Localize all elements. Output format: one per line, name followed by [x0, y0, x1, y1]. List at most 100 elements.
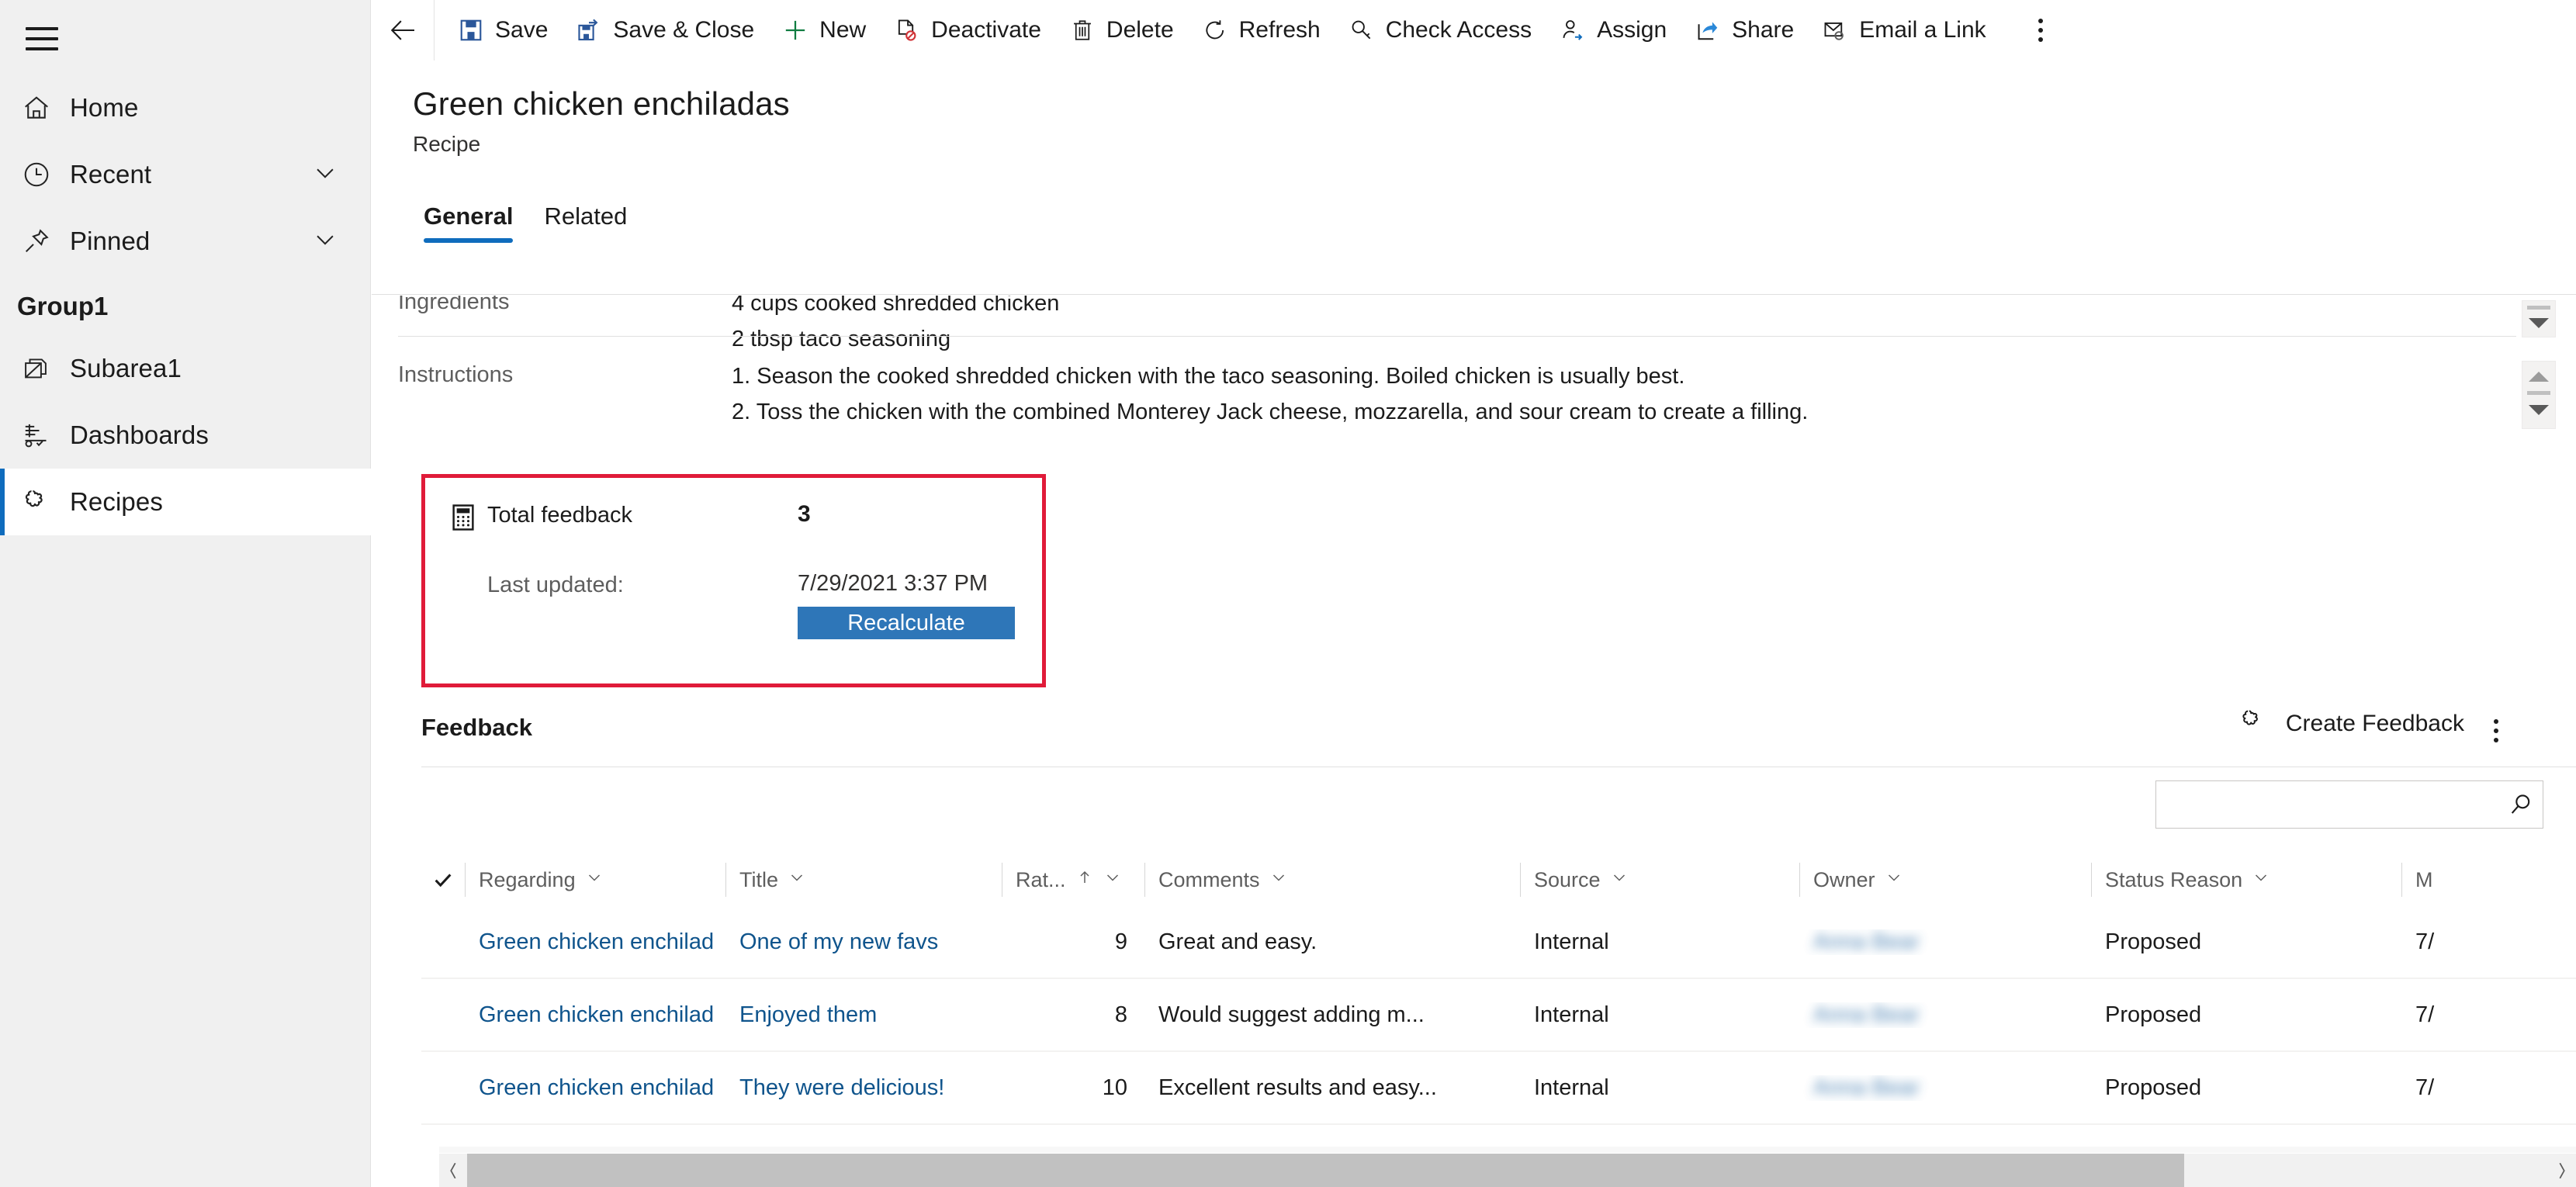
table-row[interactable]: Green chicken enchilad Enjoyed them 8 Wo…: [421, 979, 2576, 1052]
deactivate-icon: [894, 18, 920, 43]
chevron-down-icon[interactable]: [1885, 868, 1903, 892]
check-access-label: Check Access: [1385, 17, 1532, 43]
sidebar-item-home[interactable]: Home: [0, 74, 371, 141]
more-vertical-icon[interactable]: [2017, 0, 2064, 61]
sort-ascending-icon: [1075, 868, 1094, 892]
check-access-button[interactable]: Check Access: [1335, 0, 1546, 61]
ingredients-scroll-buttons[interactable]: [2522, 300, 2556, 337]
cell-owner[interactable]: Anna Bear: [1799, 929, 2091, 955]
column-header-title[interactable]: Title: [725, 860, 1002, 900]
deactivate-button[interactable]: Deactivate: [880, 0, 1055, 61]
cell-regarding[interactable]: Green chicken enchilad: [465, 1002, 725, 1028]
tab-general[interactable]: General: [413, 196, 524, 243]
sidebar-item-dashboards[interactable]: Dashboards: [0, 402, 371, 469]
create-feedback-button[interactable]: Create Feedback: [2239, 708, 2464, 740]
triangle-down-icon[interactable]: [2522, 310, 2556, 337]
scrollbar-track[interactable]: [467, 1154, 2548, 1187]
new-button[interactable]: New: [768, 0, 880, 61]
horizontal-scrollbar[interactable]: [439, 1154, 2576, 1187]
select-all-checkbox[interactable]: [421, 860, 465, 900]
save-button[interactable]: Save: [444, 0, 562, 61]
save-label: Save: [495, 17, 549, 43]
cell-owner[interactable]: Anna Bear: [1799, 1002, 2091, 1028]
sidebar-item-subarea1[interactable]: Subarea1: [0, 335, 371, 402]
refresh-label: Refresh: [1238, 17, 1321, 43]
triangle-down-icon[interactable]: [2522, 395, 2556, 424]
hamburger-icon[interactable]: [12, 11, 71, 67]
field-value: 1. Season the cooked shredded chicken wi…: [732, 359, 2516, 431]
cell-source: Internal: [1534, 929, 1609, 954]
search-icon[interactable]: [2499, 791, 2543, 818]
column-header-source[interactable]: Source: [1520, 860, 1799, 900]
column-header-comments[interactable]: Comments: [1144, 860, 1520, 900]
refresh-button[interactable]: Refresh: [1188, 0, 1335, 61]
email-a-link-button[interactable]: Email a Link: [1808, 0, 2000, 61]
search-input[interactable]: [2156, 792, 2499, 817]
sidebar-item-pinned[interactable]: Pinned: [0, 208, 371, 275]
command-bar: Save Save & Close New Deactivate Delete …: [372, 0, 2576, 61]
sidebar-item-recipes[interactable]: Recipes: [0, 469, 371, 535]
sidebar-item-label: Recent: [70, 160, 152, 189]
table-row[interactable]: Green chicken enchilad They were delicio…: [421, 1052, 2576, 1125]
column-header-regarding[interactable]: Regarding: [465, 860, 725, 900]
field-instructions[interactable]: Instructions 1. Season the cooked shredd…: [398, 359, 2516, 431]
sidebar-item-label: Pinned: [70, 227, 151, 255]
recalculate-button[interactable]: Recalculate: [798, 607, 1015, 639]
delete-button[interactable]: Delete: [1055, 0, 1188, 61]
triangle-up-icon[interactable]: [2522, 362, 2556, 391]
save-and-close-button[interactable]: Save & Close: [562, 0, 768, 61]
table-row[interactable]: Green chicken enchilad One of my new fav…: [421, 906, 2576, 979]
field-label: Instructions: [398, 362, 514, 387]
column-header-status-reason[interactable]: Status Reason: [2091, 860, 2401, 900]
cell-title[interactable]: They were delicious!: [725, 1075, 1002, 1101]
cell-comments: Great and easy.: [1158, 929, 1317, 954]
share-button[interactable]: Share: [1681, 0, 1808, 61]
sidebar-item-recent[interactable]: Recent: [0, 141, 371, 208]
chevron-left-icon[interactable]: [439, 1161, 467, 1181]
column-header-label: Status Reason: [2105, 867, 2243, 891]
chevron-down-icon[interactable]: [1269, 868, 1288, 892]
save-icon: [458, 18, 484, 43]
column-header-owner[interactable]: Owner: [1799, 860, 2091, 900]
column-header-rating[interactable]: Rat...: [1002, 860, 1144, 900]
entity-type-label: Recipe: [413, 132, 481, 156]
chevron-down-icon[interactable]: [312, 160, 338, 190]
chevron-down-icon[interactable]: [312, 227, 338, 257]
chevron-down-icon[interactable]: [2252, 868, 2270, 892]
instructions-line-2: 2. Toss the chicken with the combined Mo…: [732, 399, 1809, 424]
chevron-down-icon[interactable]: [1103, 868, 1122, 892]
back-arrow-icon[interactable]: [378, 0, 429, 61]
assign-button[interactable]: Assign: [1546, 0, 1681, 61]
instructions-scroll-buttons[interactable]: [2522, 361, 2556, 429]
toolbar-divider: [434, 0, 435, 61]
field-ingredients[interactable]: Ingredients 4 cups cooked shredded chick…: [398, 296, 2516, 358]
dashboard-icon: [22, 421, 70, 449]
field-value: 4 cups cooked shredded chicken 2 tbsp ta…: [732, 296, 2516, 358]
clock-icon: [22, 160, 70, 189]
cell-title[interactable]: Enjoyed them: [725, 1002, 1002, 1028]
chevron-down-icon[interactable]: [788, 868, 806, 892]
page-title: Green chicken enchiladas: [413, 85, 790, 122]
save-and-close-label: Save & Close: [613, 17, 755, 43]
chevron-down-icon[interactable]: [1610, 868, 1629, 892]
recipe-icon: [2239, 708, 2266, 740]
home-icon: [22, 93, 70, 123]
cell-regarding[interactable]: Green chicken enchilad: [465, 1075, 725, 1101]
chevron-right-icon[interactable]: [2548, 1161, 2576, 1181]
chevron-down-icon[interactable]: [585, 868, 604, 892]
tab-related[interactable]: Related: [533, 196, 638, 243]
scrollbar-thumb[interactable]: [467, 1154, 2184, 1187]
cell-status-reason: Proposed: [2105, 1002, 2202, 1027]
cell-regarding[interactable]: Green chicken enchilad: [465, 929, 725, 955]
cell-rating: 9: [1114, 929, 1127, 954]
entity-icon: [22, 355, 70, 382]
cell-comments: Would suggest adding m...: [1158, 1002, 1425, 1027]
last-updated-value: 7/29/2021 3:37 PM: [798, 571, 989, 596]
subgrid-more-vertical-icon[interactable]: [2477, 710, 2515, 752]
share-label: Share: [1732, 17, 1795, 43]
cell-source: Internal: [1534, 1075, 1609, 1100]
column-header-modified[interactable]: M: [2401, 860, 2557, 900]
subgrid-search[interactable]: [2155, 780, 2543, 829]
cell-owner[interactable]: Anna Bear: [1799, 1075, 2091, 1101]
cell-title[interactable]: One of my new favs: [725, 929, 1002, 955]
